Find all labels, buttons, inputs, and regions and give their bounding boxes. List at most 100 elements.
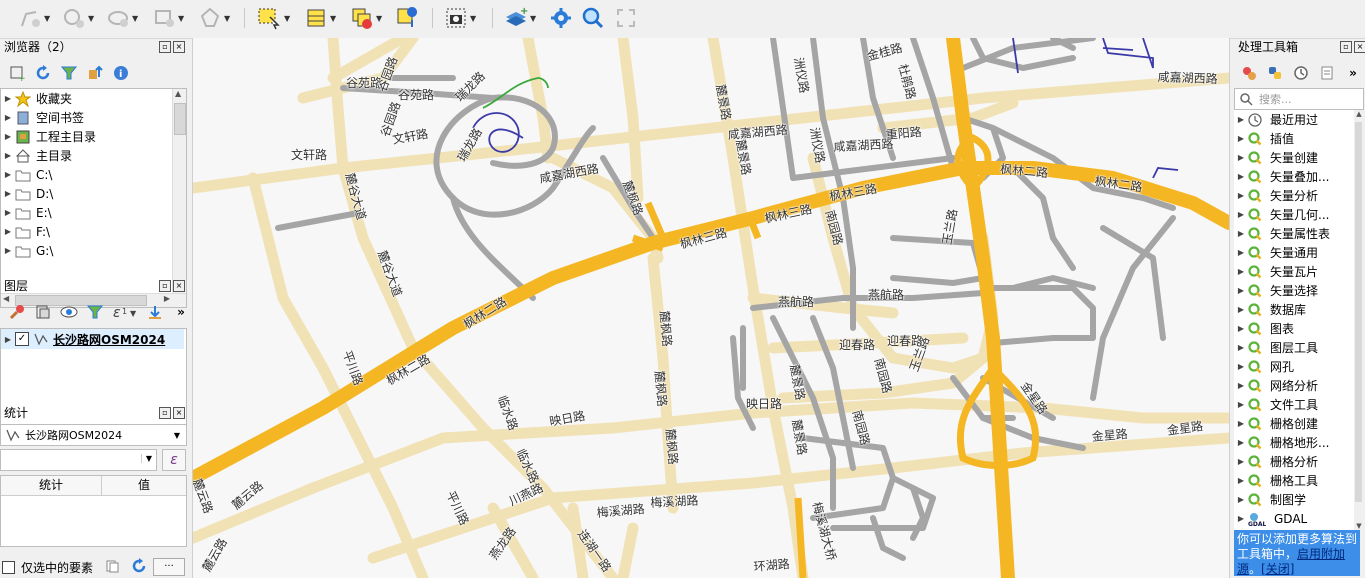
expand-caret-icon[interactable]: ▶: [1234, 495, 1248, 504]
refresh-icon[interactable]: [34, 64, 52, 82]
digitize-rect-button[interactable]: ▼: [152, 5, 184, 31]
processing-group[interactable]: ▶ 矢量选择: [1234, 281, 1354, 300]
refresh-icon[interactable]: [131, 557, 147, 577]
expand-caret-icon[interactable]: ▶: [1234, 476, 1248, 485]
filter-icon[interactable]: [60, 64, 78, 82]
browser-item[interactable]: ▶ 空间书签: [1, 108, 171, 127]
processing-group[interactable]: ▶ 矢量属性表: [1234, 224, 1354, 243]
browser-item[interactable]: ▶ 主目录: [1, 146, 171, 165]
add-layer-button[interactable]: + ▼: [504, 5, 536, 31]
processing-group[interactable]: ▶ 栅格创建: [1234, 414, 1354, 433]
browser-item[interactable]: ▶ 收藏夹: [1, 89, 171, 108]
layer-item[interactable]: ▶ ✓ 长沙路网OSM2024: [1, 329, 184, 349]
close-info-link[interactable]: [关闭]: [1261, 562, 1294, 576]
models-icon[interactable]: [1240, 64, 1258, 82]
expand-caret-icon[interactable]: ▶: [1234, 324, 1248, 333]
expand-caret-icon[interactable]: ▶: [1, 94, 15, 103]
processing-group[interactable]: ▶ 最近用过: [1234, 110, 1354, 129]
info-icon[interactable]: i: [112, 64, 130, 82]
copy-icon[interactable]: [105, 559, 119, 576]
browser-item[interactable]: ▶ F:\: [1, 222, 171, 241]
processing-group[interactable]: ▶ 栅格工具: [1234, 471, 1354, 490]
expand-caret-icon[interactable]: ▶: [1, 335, 15, 344]
add-polygon-button[interactable]: ▼: [62, 5, 94, 31]
close-icon[interactable]: ×: [173, 41, 185, 53]
expand-all-icon[interactable]: [146, 303, 164, 321]
processing-scrollbar[interactable]: ▲ ▼: [1354, 110, 1364, 530]
processing-group[interactable]: ▶ 矢量创建: [1234, 148, 1354, 167]
expand-caret-icon[interactable]: ▶: [1234, 229, 1248, 238]
expand-caret-icon[interactable]: ▶: [1, 151, 15, 160]
style-brush-icon[interactable]: [8, 303, 26, 321]
processing-group[interactable]: ▶ GDAL GDAL: [1234, 509, 1354, 528]
expand-caret-icon[interactable]: ▶: [1234, 248, 1248, 257]
stats-field-select[interactable]: ▼: [0, 449, 157, 471]
add-selected-layer-icon[interactable]: +: [8, 64, 26, 82]
screenshot-button[interactable]: ▼: [444, 5, 476, 31]
processing-group[interactable]: ▶ 制图学: [1234, 490, 1354, 509]
map-canvas[interactable]: 谷苑路 谷苑路 谷园路 谷园路 瑞龙路 瑞龙路 文轩路 文轩路 咸嘉湖西路 咸嘉…: [192, 38, 1230, 578]
processing-group[interactable]: ▶ 网络分析: [1234, 376, 1354, 395]
expand-caret-icon[interactable]: ▶: [1234, 115, 1248, 124]
stats-column-header[interactable]: 统计: [1, 476, 102, 495]
expand-caret-icon[interactable]: ▶: [1234, 419, 1248, 428]
processing-group[interactable]: ▶ 矢量分析: [1234, 186, 1354, 205]
expand-caret-icon[interactable]: ▶: [1234, 191, 1248, 200]
processing-group[interactable]: ▶ 图表: [1234, 319, 1354, 338]
processing-group[interactable]: ▶ 矢量通用: [1234, 243, 1354, 262]
expand-caret-icon[interactable]: ▶: [1234, 343, 1248, 352]
expand-caret-icon[interactable]: ▶: [1234, 381, 1248, 390]
select-features-button[interactable]: ▼: [256, 5, 290, 31]
float-icon[interactable]: ▫: [159, 280, 171, 292]
float-icon[interactable]: ▫: [159, 407, 171, 419]
value-column-header[interactable]: 值: [102, 476, 186, 495]
expand-caret-icon[interactable]: ▶: [1234, 457, 1248, 466]
eye-icon[interactable]: [60, 303, 78, 321]
processing-group[interactable]: ▶ 图层工具: [1234, 338, 1354, 357]
browser-vertical-scrollbar[interactable]: ▲ ▼: [172, 89, 186, 307]
layer-visibility-checkbox[interactable]: ✓: [15, 332, 29, 346]
expand-caret-icon[interactable]: ▶: [1, 227, 15, 236]
processing-group[interactable]: ▶ 矢量叠加...: [1234, 167, 1354, 186]
selected-only-checkbox[interactable]: [2, 560, 15, 574]
python-icon[interactable]: [1266, 64, 1284, 82]
expand-caret-icon[interactable]: ▶: [1234, 267, 1248, 276]
expand-caret-icon[interactable]: ▶: [1234, 286, 1248, 295]
expand-caret-icon[interactable]: ▶: [1234, 172, 1248, 181]
close-icon[interactable]: ×: [173, 280, 185, 292]
expand-caret-icon[interactable]: ▶: [1234, 134, 1248, 143]
float-icon[interactable]: ▫: [1340, 41, 1352, 53]
expand-caret-icon[interactable]: ▶: [1234, 210, 1248, 219]
select-by-location-button[interactable]: [395, 5, 419, 31]
expand-caret-icon[interactable]: ▶: [1234, 438, 1248, 447]
expand-caret-icon[interactable]: ▶: [1, 246, 15, 255]
deselect-button[interactable]: ▼: [350, 5, 382, 31]
results-icon[interactable]: [1318, 64, 1336, 82]
processing-group[interactable]: ▶ 矢量瓦片: [1234, 262, 1354, 281]
browser-item[interactable]: ▶ D:\: [1, 184, 171, 203]
processing-group[interactable]: ▶ 栅格地形...: [1234, 433, 1354, 452]
close-icon[interactable]: ×: [1354, 41, 1365, 53]
expand-caret-icon[interactable]: ▶: [1234, 362, 1248, 371]
more-icon[interactable]: »: [172, 303, 190, 321]
expression-button[interactable]: ε: [162, 449, 186, 471]
digitize-tool-button[interactable]: ▼: [18, 5, 50, 31]
processing-group[interactable]: ▶ 数据库: [1234, 300, 1354, 319]
processing-group[interactable]: ▶ 栅格分析: [1234, 452, 1354, 471]
collapse-all-icon[interactable]: [86, 64, 104, 82]
processing-group[interactable]: ▶ 矢量几何...: [1234, 205, 1354, 224]
browser-item[interactable]: ▶ 工程主目录: [1, 127, 171, 146]
filter-legend-icon[interactable]: [86, 303, 104, 321]
float-icon[interactable]: ▫: [159, 41, 171, 53]
scroll-thumb[interactable]: [1355, 122, 1362, 502]
edit-feature-button[interactable]: ▼: [106, 5, 138, 31]
more-options-button[interactable]: ···: [153, 558, 185, 576]
expand-caret-icon[interactable]: ▶: [1234, 153, 1248, 162]
history-icon[interactable]: [1292, 64, 1310, 82]
browser-item[interactable]: ▶ C:\: [1, 165, 171, 184]
scroll-thumb[interactable]: [174, 103, 186, 135]
stats-layer-select[interactable]: 长沙路网OSM2024 ▼: [0, 424, 187, 446]
expand-caret-icon[interactable]: ▶: [1234, 514, 1248, 523]
expand-caret-icon[interactable]: ▶: [1, 208, 15, 217]
settings-button[interactable]: [549, 5, 573, 31]
